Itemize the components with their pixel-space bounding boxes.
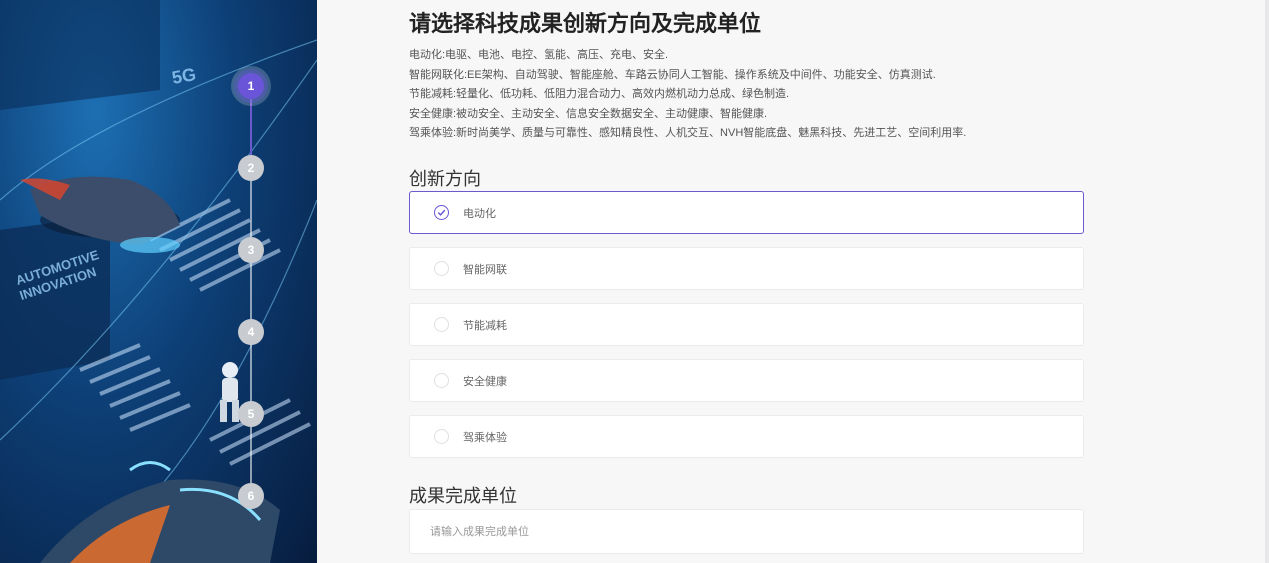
radio-circle-icon xyxy=(434,261,449,276)
step-5[interactable]: 5 xyxy=(238,401,264,427)
description-line-electrification: 电动化:电驱、电池、电控、氢能、高压、充电、安全. xyxy=(409,49,669,61)
hero-5g-label: 5G xyxy=(170,64,198,88)
description-line-connected: 智能网联化:EE架构、自动驾驶、智能座舱、车路云协同人工智能、操作系统及中间件、… xyxy=(409,68,936,81)
step-4[interactable]: 4 xyxy=(238,319,264,345)
radio-circle-icon xyxy=(434,317,449,332)
direction-option-safety[interactable]: 安全健康 xyxy=(409,359,1084,402)
category-description: 电动化:电驱、电池、电控、氢能、高压、充电、安全. 智能网联化:EE架构、自动驾… xyxy=(409,46,1089,144)
direction-section-title: 创新方向 xyxy=(409,169,481,189)
description-line-energy: 节能减耗:轻量化、低功耗、低阻力混合动力、高效内燃机动力总成、绿色制造. xyxy=(409,88,790,101)
unit-section-title: 成果完成单位 xyxy=(409,486,517,506)
option-label: 节能减耗 xyxy=(463,319,507,332)
direction-option-connected[interactable]: 智能网联 xyxy=(409,247,1084,290)
page-title: 请选择科技成果创新方向及完成单位 xyxy=(409,11,762,36)
description-line-experience: 驾乘体验:新时尚美学、质量与可靠性、感知精良性、人机交互、NVH智能底盘、魅黑科… xyxy=(409,127,967,140)
completion-unit-input[interactable] xyxy=(409,509,1084,554)
direction-option-energy[interactable]: 节能减耗 xyxy=(409,303,1084,346)
option-label: 驾乘体验 xyxy=(463,431,507,444)
step-6[interactable]: 6 xyxy=(238,483,264,509)
option-label: 智能网联 xyxy=(463,263,507,276)
option-label: 安全健康 xyxy=(463,375,507,388)
step-1[interactable]: 1 xyxy=(238,73,264,99)
step-3[interactable]: 3 xyxy=(238,237,264,263)
step-2[interactable]: 2 xyxy=(238,155,264,181)
direction-option-experience[interactable]: 驾乘体验 xyxy=(409,415,1084,458)
radio-circle-icon xyxy=(434,373,449,388)
check-circle-icon xyxy=(434,205,449,220)
description-line-safety: 安全健康:被动安全、主动安全、信息安全数据安全、主动健康、智能健康. xyxy=(409,107,768,120)
page-scrollbar[interactable] xyxy=(1265,0,1269,563)
radio-circle-icon xyxy=(434,429,449,444)
hero-illustration: AUTOMOTIVE INNOVATION 5G 1 2 3 4 5 6 xyxy=(0,0,317,563)
option-label: 电动化 xyxy=(463,207,496,220)
direction-option-electrification[interactable]: 电动化 xyxy=(409,191,1084,234)
